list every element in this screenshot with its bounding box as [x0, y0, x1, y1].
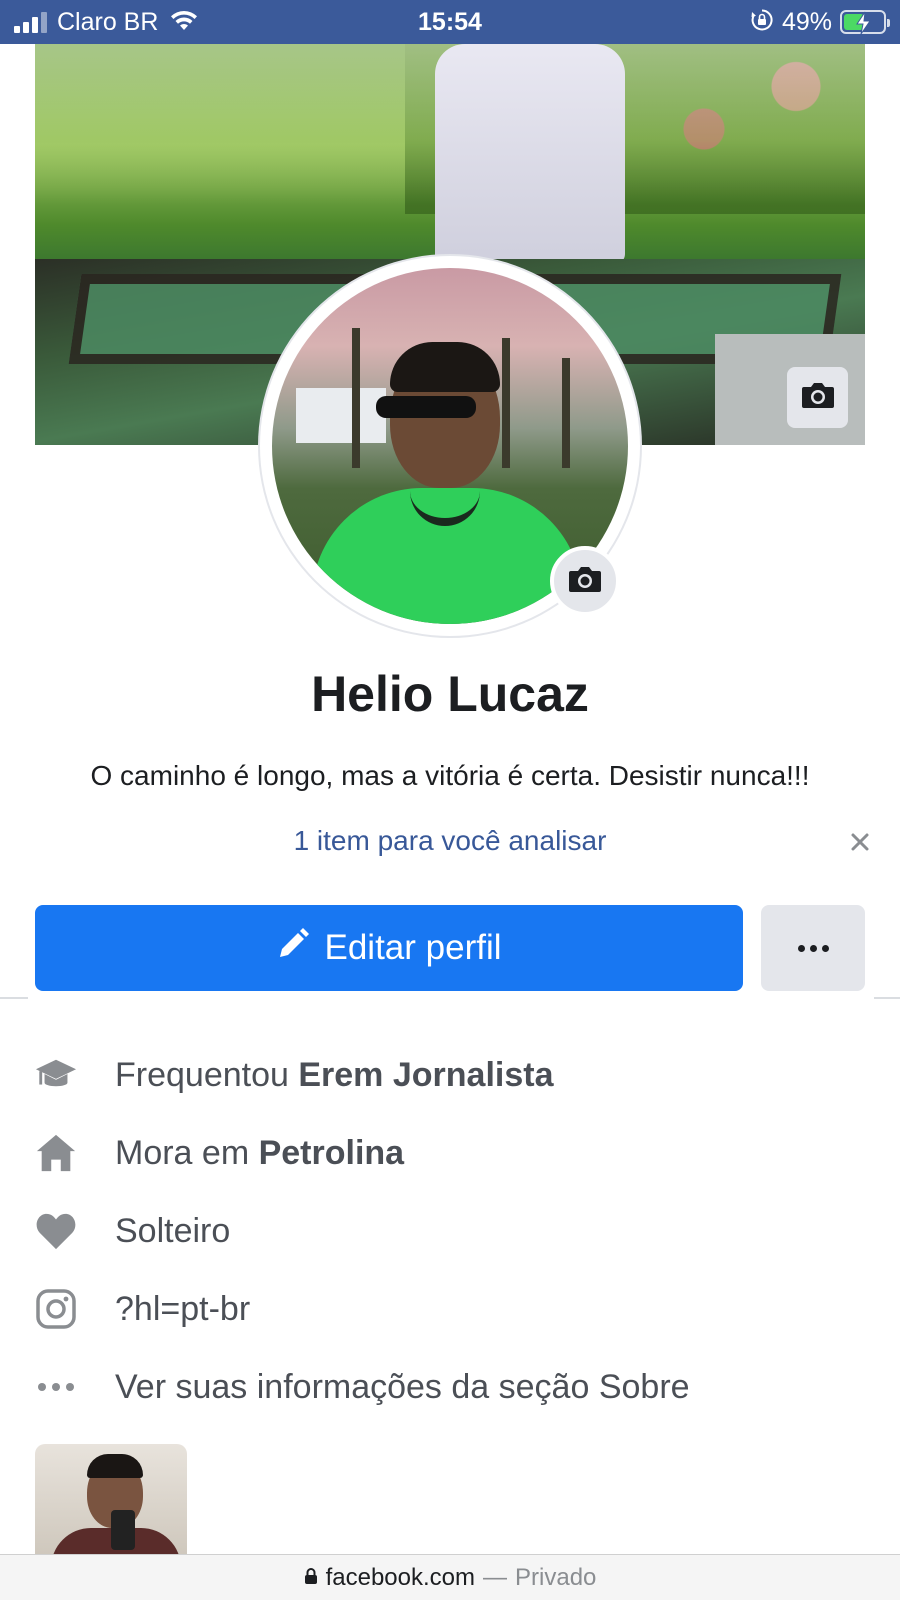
- info-see-about[interactable]: Ver suas informações da seção Sobre: [35, 1362, 865, 1412]
- info-education-prefix: Frequentou: [115, 1055, 299, 1094]
- review-items-link[interactable]: 1 item para você analisar: [0, 825, 900, 857]
- camera-icon: [568, 565, 602, 598]
- pencil-icon: [276, 927, 310, 970]
- more-options-button[interactable]: [761, 905, 865, 991]
- url-privacy-label: Privado: [515, 1563, 597, 1591]
- profile-bio: O caminho é longo, mas a vitória é certa…: [90, 760, 810, 791]
- info-location-value: Petrolina: [258, 1133, 405, 1172]
- url-domain: facebook.com: [325, 1563, 476, 1591]
- info-education-value: Erem Jornalista: [298, 1055, 554, 1094]
- close-icon[interactable]: [848, 830, 872, 854]
- more-dots-icon: [35, 1366, 77, 1408]
- orientation-lock-icon: [750, 8, 774, 37]
- info-relationship-label: Solteiro: [115, 1211, 231, 1250]
- battery-percent: 49%: [781, 7, 832, 36]
- heart-icon: [35, 1210, 77, 1252]
- info-instagram-link: ?hl=pt-br: [115, 1289, 251, 1328]
- info-education[interactable]: Frequentou Erem Jornalista: [35, 1050, 865, 1100]
- instagram-icon: [35, 1288, 77, 1330]
- more-dots-icon: [797, 944, 805, 952]
- info-location-prefix: Mora em: [115, 1133, 259, 1172]
- info-relationship[interactable]: Solteiro: [35, 1206, 865, 1256]
- info-instagram[interactable]: ?hl=pt-br: [35, 1284, 865, 1334]
- info-location[interactable]: Mora em Petrolina: [35, 1128, 865, 1178]
- home-icon: [35, 1132, 77, 1174]
- featured-photo-thumbnail[interactable]: [35, 1444, 187, 1554]
- graduation-cap-icon: [35, 1054, 77, 1096]
- lock-icon: [304, 1564, 318, 1592]
- browser-url-bar[interactable]: facebook.com — Privado: [0, 1554, 900, 1600]
- url-separator: —: [483, 1563, 508, 1591]
- profile-camera-button[interactable]: [550, 546, 620, 616]
- edit-profile-button[interactable]: Editar perfil: [35, 905, 743, 991]
- status-bar: Claro BR 15:54 49%: [0, 0, 900, 44]
- profile-name: Helio Lucaz: [311, 666, 589, 722]
- camera-icon: [801, 381, 835, 414]
- cover-camera-button[interactable]: [787, 367, 848, 428]
- battery-charging-icon: [840, 10, 890, 35]
- info-see-about-label: Ver suas informações da seção Sobre: [115, 1367, 690, 1406]
- edit-profile-label: Editar perfil: [324, 928, 502, 967]
- status-right: 49%: [750, 7, 890, 37]
